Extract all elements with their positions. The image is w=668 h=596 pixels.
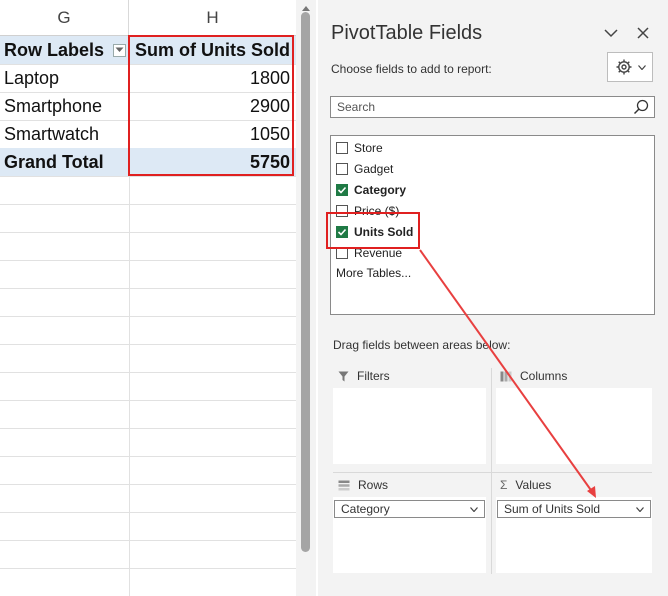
columns-header: Columns [500,369,567,383]
filter-dropdown-button[interactable] [113,43,126,57]
rows-field-label: Category [341,502,390,516]
field-settings-button[interactable] [607,52,653,82]
rows-icon [338,480,350,490]
filters-header: Filters [338,369,390,383]
column-header-h[interactable]: H [129,0,296,36]
search-box[interactable] [330,96,655,118]
columns-label: Columns [520,369,568,383]
chevron-down-icon[interactable] [470,506,478,512]
rows-header: Rows [338,478,388,492]
cell-row-label[interactable]: Smartphone [0,92,129,120]
gridline [0,176,296,177]
gridline [0,344,296,345]
more-tables-link[interactable]: More Tables... [336,266,411,280]
choose-fields-label: Choose fields to add to report: [331,62,492,76]
values-field-sum-units-sold[interactable]: Sum of Units Sold [497,500,651,518]
chevron-down-icon [637,64,646,70]
row-labels-header-text: Row Labels [4,39,105,60]
cell-row-labels-header[interactable]: Row Labels [0,36,129,64]
filters-area[interactable] [333,388,486,464]
chevron-down-icon[interactable] [604,28,618,38]
vertical-scrollbar[interactable] [296,0,316,596]
spreadsheet-grid: G H Row Labels Sum of Units Sold Laptop … [0,0,296,596]
gridline [0,260,296,261]
sigma-icon: Σ [500,478,508,492]
checkmark-icon [337,186,347,194]
column-header-g[interactable]: G [0,0,129,36]
chevron-down-icon[interactable] [636,506,644,512]
rows-field-category[interactable]: Category [334,500,485,518]
gridline [0,428,296,429]
checkbox[interactable] [336,163,348,175]
gridline [0,484,296,485]
values-field-label: Sum of Units Sold [504,502,601,516]
checkbox-checked[interactable] [336,184,348,196]
gridline [0,400,296,401]
search-input[interactable] [331,97,626,117]
cell-grand-total-label[interactable]: Grand Total [0,148,129,176]
columns-area[interactable] [496,388,652,464]
checkbox[interactable] [336,142,348,154]
filters-label: Filters [357,369,390,383]
columns-icon [500,371,512,381]
pivottable-fields-pane: PivotTable Fields Choose fields to add t… [318,0,668,596]
close-icon[interactable] [636,26,650,40]
cell-row-label[interactable]: Smartwatch [0,120,129,148]
gridline [0,456,296,457]
gridline [0,540,296,541]
search-icon[interactable] [633,99,649,115]
gridline [0,232,296,233]
field-label: Category [354,183,407,197]
gridline [0,316,296,317]
area-divider [491,368,492,574]
gridline [0,204,296,205]
gridline [0,568,296,569]
cell-row-label[interactable]: Laptop [0,64,129,92]
field-label: Gadget [354,162,394,176]
field-label: Store [354,141,383,155]
field-item-category[interactable]: Category [336,181,406,199]
gear-icon [616,59,631,75]
values-label: Values [515,478,552,492]
values-header: Σ Values [500,478,551,492]
gridline [0,372,296,373]
field-item-gadget[interactable]: Gadget [336,160,393,178]
drag-fields-label: Drag fields between areas below: [333,338,511,352]
highlight-box-column-h [128,35,294,176]
scrollbar-thumb[interactable] [301,12,310,552]
gridline [0,512,296,513]
highlight-box-units-sold [326,212,420,249]
pane-title: PivotTable Fields [331,22,483,44]
rows-label: Rows [358,478,389,492]
area-divider [333,472,652,473]
field-item-store[interactable]: Store [336,139,383,157]
filter-icon [338,371,349,381]
chevron-down-icon [115,47,124,52]
gridline [0,288,296,289]
